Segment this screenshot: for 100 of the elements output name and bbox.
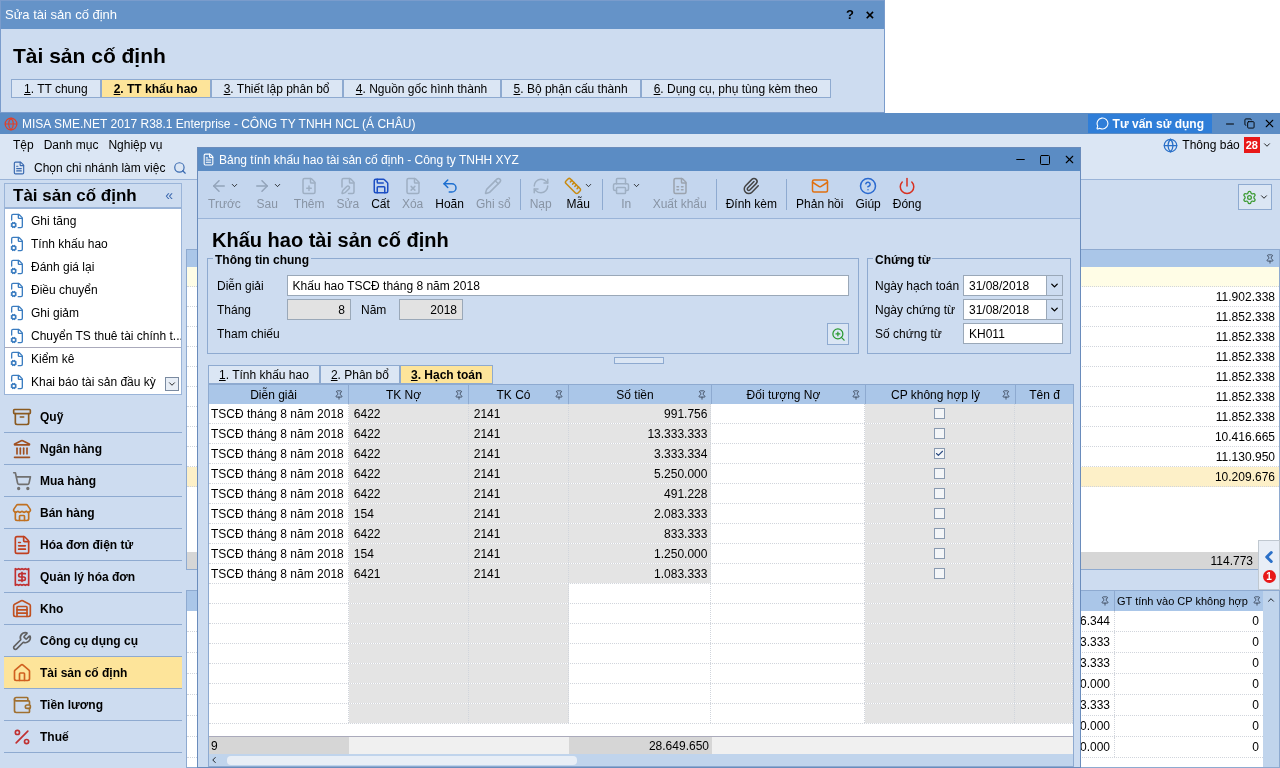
table-cell: TSCĐ tháng 8 năm 2018 bbox=[209, 564, 349, 583]
toolbar-button[interactable]: Giúp bbox=[849, 171, 887, 218]
tab[interactable]: 4. Nguồn gốc hình thành bbox=[342, 79, 501, 98]
tab[interactable]: 2. TT khấu hao bbox=[100, 79, 211, 98]
table-cell: 154 bbox=[348, 544, 469, 563]
table-cell: TSCĐ tháng 8 năm 2018 bbox=[209, 524, 349, 543]
table-cell: 6422 bbox=[348, 404, 469, 423]
table-cell: 5.250.000 bbox=[568, 464, 712, 483]
tab[interactable]: 1. Tính khấu hao bbox=[208, 365, 320, 384]
menu-item[interactable]: Nghiệp vụ bbox=[103, 136, 168, 154]
date-field[interactable]: 31/08/2018 bbox=[963, 275, 1063, 296]
table-cell-text: 11.852.338 bbox=[1215, 388, 1275, 406]
task-link[interactable]: Điều chuyển bbox=[31, 280, 98, 299]
table-cell-text: 0 bbox=[1251, 718, 1260, 735]
table-cell-text: 10.416.665 bbox=[1214, 428, 1275, 446]
table-cell: 2141 bbox=[468, 444, 569, 463]
tab[interactable]: 3. Thiết lập phân bổ bbox=[210, 79, 343, 98]
table-cell: TSCĐ tháng 8 năm 2018 bbox=[209, 484, 349, 503]
menu-item[interactable]: Tệp bbox=[8, 136, 39, 154]
task-link[interactable]: Đánh giá lại bbox=[31, 257, 95, 276]
notification-count: 28 bbox=[1243, 136, 1260, 154]
toolbar-button[interactable]: Hoãn bbox=[429, 171, 470, 218]
help-button[interactable]: ? bbox=[840, 5, 860, 25]
table-cell: TSCĐ tháng 8 năm 2018 bbox=[209, 444, 349, 463]
task-link[interactable]: Ghi giảm bbox=[31, 303, 80, 322]
table-cell: 2141 bbox=[468, 424, 569, 443]
table-cell: 991.756 bbox=[568, 404, 712, 423]
toolbar-button[interactable]: Cất bbox=[365, 171, 396, 218]
table-cell-text: 0 bbox=[1251, 739, 1260, 756]
table-cell: 6422 bbox=[348, 424, 469, 443]
table-cell-text: 0 bbox=[1251, 634, 1260, 651]
dialog-heading: Khấu hao tài sản cố định bbox=[212, 228, 449, 252]
table-cell-text: 0 bbox=[1251, 655, 1260, 672]
table-cell: 1.250.000 bbox=[568, 544, 712, 563]
task-link[interactable]: Tính khấu hao bbox=[31, 234, 108, 253]
column-header[interactable]: Đối tượng Nợ bbox=[712, 385, 866, 404]
column-header: GT tính vào CP không hợp bbox=[1115, 591, 1263, 611]
toolbar-button[interactable]: Mẫu bbox=[557, 171, 599, 218]
task-link[interactable]: Ghi tăng bbox=[31, 211, 77, 230]
table-cell: TSCĐ tháng 8 năm 2018 bbox=[209, 504, 349, 523]
tab[interactable]: 3. Hạch toán bbox=[399, 365, 494, 384]
task-link[interactable]: Chuyển TS thuê tài chính t... bbox=[31, 326, 181, 345]
table-cell-text: 11.852.338 bbox=[1215, 348, 1275, 366]
table-cell: 6421 bbox=[348, 564, 469, 583]
table-cell-text: 0 bbox=[1251, 676, 1260, 693]
notice-badge: 1 bbox=[1262, 569, 1276, 583]
table-cell: 6422 bbox=[348, 444, 469, 463]
column-header[interactable]: Diễn giải bbox=[209, 385, 349, 404]
tab[interactable]: 5. Bộ phận cấu thành bbox=[500, 79, 641, 98]
table-cell-text: 11.902.338 bbox=[1215, 288, 1275, 306]
branch-button[interactable]: Chọn chi nhánh làm việc bbox=[34, 158, 166, 177]
field-label: Năm bbox=[360, 301, 388, 319]
collapse-button[interactable]: « bbox=[165, 185, 173, 206]
field-label: Ngày chứng từ bbox=[875, 301, 957, 319]
close-button[interactable]: × bbox=[860, 3, 880, 27]
table-cell: 2141 bbox=[468, 484, 569, 503]
tab[interactable]: 1. TT chung bbox=[11, 79, 101, 98]
table-cell-text: 11.852.338 bbox=[1215, 328, 1275, 346]
module-button[interactable]: Tài sản cố định bbox=[4, 657, 182, 689]
year-field[interactable]: 2018 bbox=[399, 299, 463, 320]
toolbar-button[interactable]: Đính kèm bbox=[719, 171, 784, 218]
total-cell: 28.649.650 bbox=[569, 737, 712, 754]
date-field[interactable]: 31/08/2018 bbox=[963, 299, 1063, 320]
table-cell: TSCĐ tháng 8 năm 2018 bbox=[209, 424, 349, 443]
field-label: Diễn giải bbox=[217, 277, 265, 295]
month-field[interactable]: 8 bbox=[287, 299, 351, 320]
task-link[interactable]: Kiểm kê bbox=[31, 350, 75, 368]
toolbar-button[interactable]: Phản hồi bbox=[790, 171, 850, 218]
field-label: Tham chiếu bbox=[217, 326, 281, 343]
table-cell-text: 11.852.338 bbox=[1215, 408, 1275, 426]
notifications-label[interactable]: Thông báo bbox=[1182, 136, 1240, 154]
table-cell: 2141 bbox=[468, 524, 569, 543]
table-cell: 833.333 bbox=[568, 524, 712, 543]
task-link[interactable]: Khai báo tài sản đầu kỳ bbox=[31, 372, 156, 391]
table-cell: 2141 bbox=[468, 564, 569, 583]
voucher-number-field[interactable]: KH011 bbox=[963, 323, 1063, 344]
table-cell-text: 11.852.338 bbox=[1215, 308, 1275, 326]
help-button[interactable]: Tư vấn sử dụng bbox=[1087, 114, 1212, 133]
table-cell: TSCĐ tháng 8 năm 2018 bbox=[209, 544, 349, 563]
table-cell: 2141 bbox=[468, 504, 569, 523]
sidebar-title: Tài sản cố định bbox=[13, 184, 138, 207]
description-field[interactable]: Khấu hao TSCĐ tháng 8 năm 2018 bbox=[286, 275, 849, 296]
table-cell: TSCĐ tháng 8 năm 2018 bbox=[209, 464, 349, 483]
table-cell: 154 bbox=[348, 504, 469, 523]
window-title: Sửa tài sản cố định bbox=[5, 6, 119, 25]
table-cell: 6422 bbox=[348, 484, 469, 503]
table-cell: TSCĐ tháng 8 năm 2018 bbox=[209, 404, 349, 423]
tab[interactable]: 6. Dụng cụ, phụ tùng kèm theo bbox=[640, 79, 831, 98]
table-cell-text: 11.130.950 bbox=[1215, 448, 1275, 466]
tab[interactable]: 2. Phân bổ bbox=[319, 365, 400, 384]
table-cell: 3.333.334 bbox=[568, 444, 712, 463]
table-cell-text: 10.209.676 bbox=[1214, 468, 1275, 486]
menu-item[interactable]: Danh mục bbox=[38, 136, 104, 154]
table-cell: 13.333.333 bbox=[568, 424, 712, 443]
table-cell: 2.083.333 bbox=[568, 504, 712, 523]
side-panel-tab[interactable]: 1 bbox=[1258, 540, 1280, 590]
table-cell: 2141 bbox=[468, 544, 569, 563]
toolbar-button[interactable]: Đóng bbox=[886, 171, 928, 218]
table-cell-text: 11.852.338 bbox=[1215, 368, 1275, 386]
field-label: Ngày hạch toán bbox=[875, 277, 961, 295]
